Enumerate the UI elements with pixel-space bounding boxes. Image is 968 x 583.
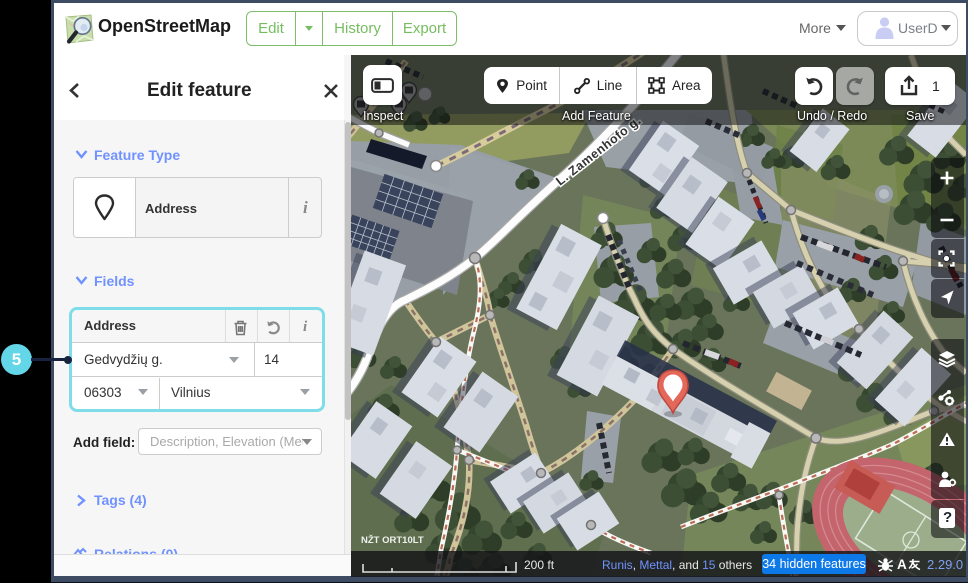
svg-text:NŽT ORT10LT: NŽT ORT10LT — [361, 534, 424, 546]
